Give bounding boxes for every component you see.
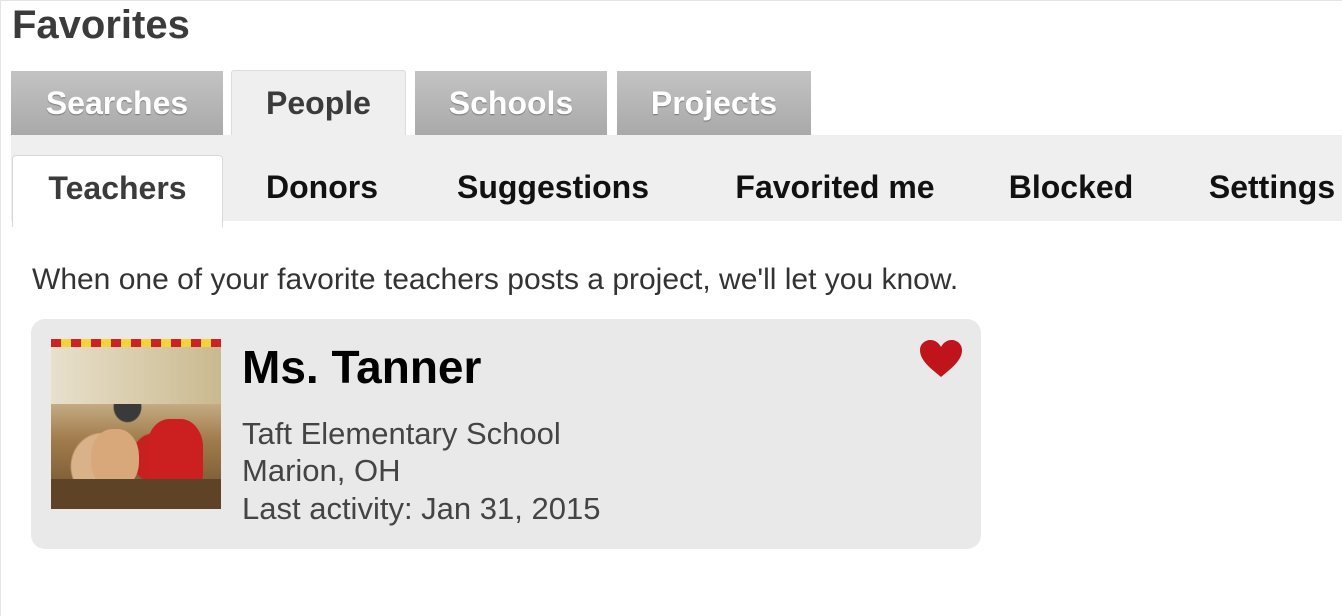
- teacher-photo[interactable]: [51, 339, 221, 509]
- photo-bulletin-border: [51, 339, 221, 347]
- subtab-settings[interactable]: Settings: [1187, 155, 1342, 221]
- tab-schools[interactable]: Schools: [415, 71, 607, 135]
- subtab-teachers[interactable]: Teachers: [12, 155, 223, 227]
- secondary-tabs: Teachers Donors Suggestions Favorited me…: [11, 135, 1342, 227]
- teacher-last-activity: Last activity: Jan 31, 2015: [242, 491, 601, 526]
- favorite-teacher-card: Ms. Tanner Taft Elementary School Marion…: [31, 319, 981, 549]
- page-title: Favorites: [12, 3, 190, 47]
- heart-icon[interactable]: [919, 339, 963, 379]
- tab-searches[interactable]: Searches: [11, 71, 223, 135]
- teacher-school: Taft Elementary School: [242, 416, 561, 451]
- photo-wall: [51, 339, 221, 404]
- teacher-location: Marion, OH: [242, 453, 401, 488]
- photo-floor: [51, 479, 221, 509]
- subtab-blocked[interactable]: Blocked: [985, 155, 1157, 221]
- subtab-suggestions[interactable]: Suggestions: [431, 155, 675, 221]
- page-frame: Favorites Searches People Schools Projec…: [0, 0, 1342, 616]
- teacher-name-link[interactable]: Ms. Tanner: [242, 341, 481, 393]
- heart-shape: [920, 340, 962, 377]
- subtab-favorited-me[interactable]: Favorited me: [705, 155, 965, 221]
- tab-people[interactable]: People: [231, 70, 406, 136]
- intro-text: When one of your favorite teachers posts…: [32, 263, 959, 296]
- primary-tabs: Searches People Schools Projects: [11, 70, 1342, 136]
- subtab-donors[interactable]: Donors: [243, 155, 401, 221]
- tab-projects[interactable]: Projects: [617, 71, 811, 135]
